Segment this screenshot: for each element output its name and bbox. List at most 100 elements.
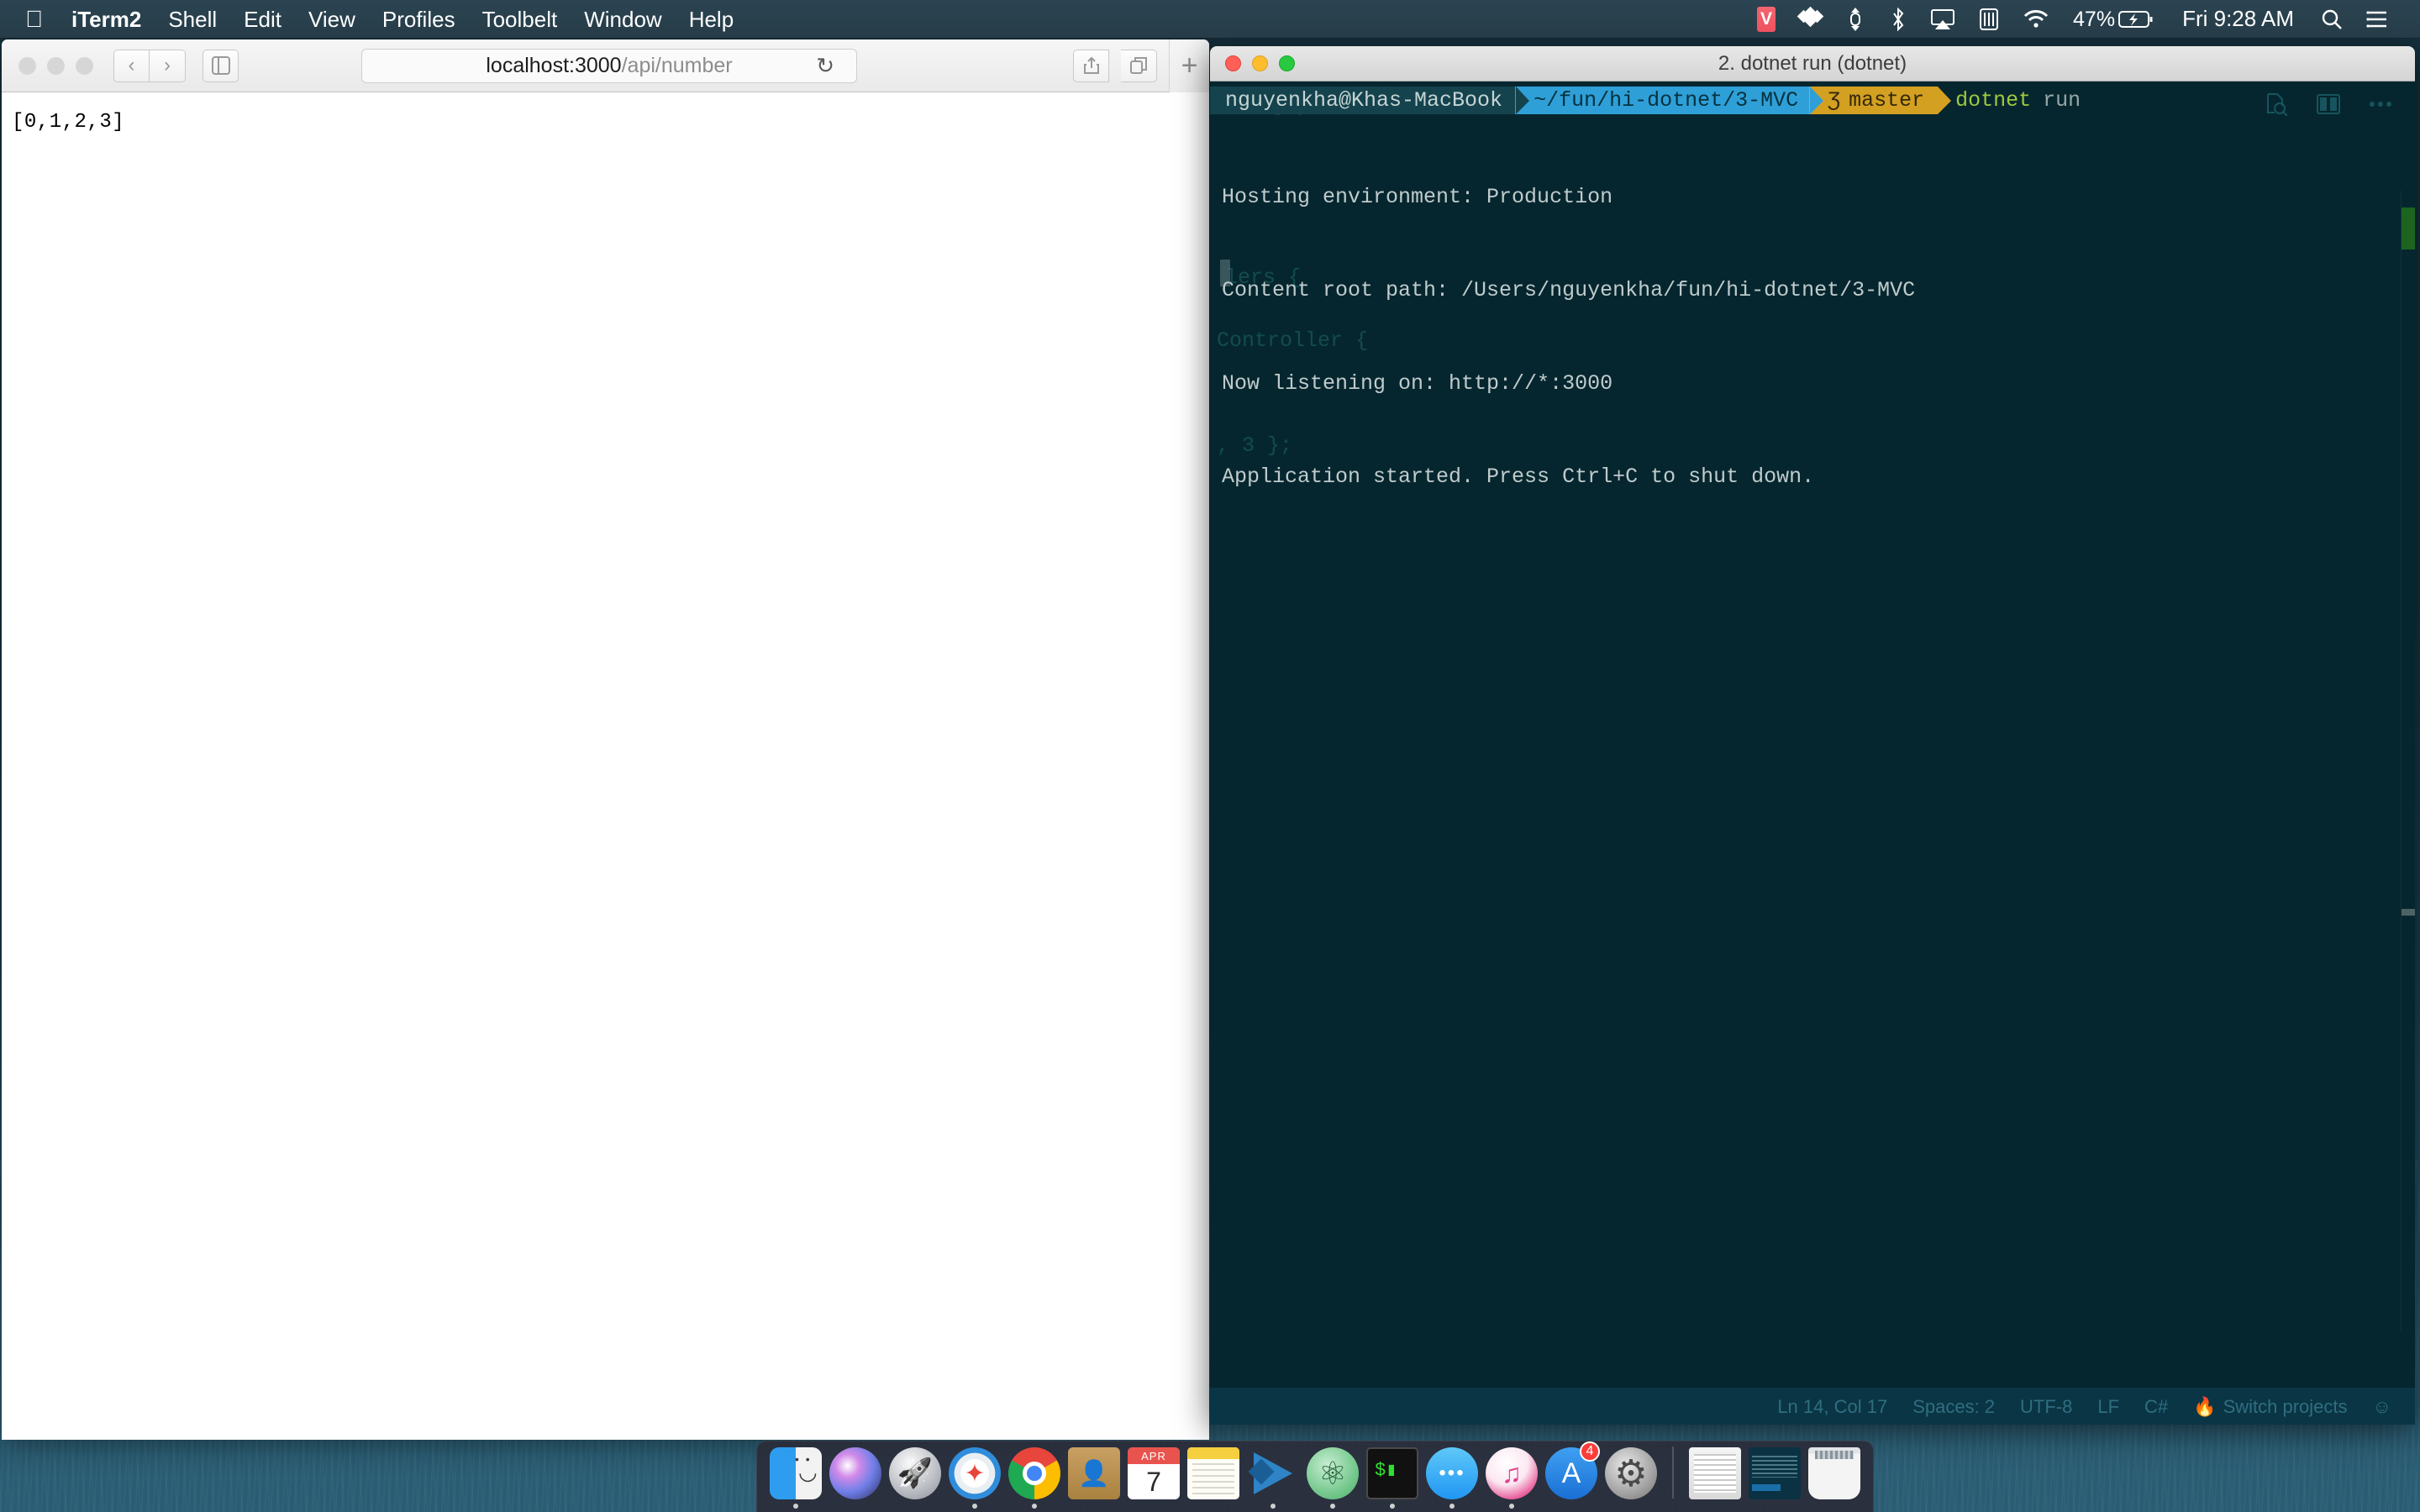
dock-item-atom[interactable] xyxy=(1306,1443,1360,1509)
back-button[interactable]: ‹ xyxy=(113,49,150,82)
menu-item-profiles[interactable]: Profiles xyxy=(369,0,469,39)
dock-item-safari[interactable] xyxy=(948,1443,1002,1509)
battery-percent-label: 47% xyxy=(2073,7,2116,31)
notes-icon xyxy=(1187,1447,1239,1499)
forward-button[interactable]: › xyxy=(150,49,186,82)
dock-item-siri[interactable] xyxy=(829,1443,882,1509)
share-icon[interactable] xyxy=(1073,49,1109,82)
running-indicator xyxy=(1330,1504,1335,1509)
output-line: Hosting environment: Production xyxy=(1222,185,1613,209)
running-indicator xyxy=(1628,1504,1634,1509)
terminal-body[interactable]: un nguyenkha@Khas-MacBook-Pro:~/fun/hi-d… xyxy=(1210,81,2415,1425)
smiley-feedback-icon[interactable]: ☺ xyxy=(2373,1391,2391,1422)
status-indentation[interactable]: Spaces: 2 xyxy=(1912,1391,1995,1422)
sidebar-icon[interactable] xyxy=(203,49,239,82)
status-encoding[interactable]: UTF-8 xyxy=(2020,1391,2072,1422)
vox-menu-icon[interactable]: V xyxy=(1745,6,1787,32)
search-in-file-icon[interactable] xyxy=(2264,92,2289,117)
dock-item-itunes[interactable] xyxy=(1485,1443,1539,1509)
dock-item-iterm2[interactable] xyxy=(1365,1443,1419,1509)
dock-minimized-document-window[interactable] xyxy=(1688,1443,1742,1509)
prompt-user-host-segment: nguyenkha@Khas-MacBook xyxy=(1210,87,1530,114)
minimize-button[interactable] xyxy=(47,56,65,75)
status-eol[interactable]: LF xyxy=(2097,1391,2119,1422)
split-editor-icon[interactable] xyxy=(2316,92,2341,117)
status-cursor-position[interactable]: Ln 14, Col 17 xyxy=(1777,1391,1887,1422)
dock-item-finder[interactable] xyxy=(769,1443,823,1509)
menu-item-help[interactable]: Help xyxy=(676,0,747,39)
dock-item-app-store[interactable]: 4 xyxy=(1544,1441,1600,1509)
battery-status[interactable]: 47% xyxy=(2061,0,2167,39)
dock-item-messages[interactable] xyxy=(1425,1443,1479,1509)
dock-item-chrome[interactable] xyxy=(1007,1443,1061,1509)
bluetooth-icon[interactable] xyxy=(1878,7,1918,32)
dock-minimized-terminal-window[interactable] xyxy=(1748,1443,1802,1509)
dock-item-calendar[interactable]: APR 7 xyxy=(1127,1443,1181,1509)
git-branch-icon: Ʒ xyxy=(1828,88,1841,113)
running-indicator xyxy=(793,1504,798,1509)
address-bar[interactable]: localhost:3000/api/number ↻ xyxy=(361,48,857,83)
output-line: Now listening on: http://*:3000 xyxy=(1222,371,1613,396)
json-response-body: [0,1,2,3] xyxy=(12,111,125,134)
running-indicator xyxy=(1569,1504,1574,1509)
terminal-title-bar[interactable]: 2. dotnet run (dotnet) xyxy=(1210,46,2415,81)
minimap-scrollbar-thumb[interactable] xyxy=(2402,909,2415,916)
wifi-icon[interactable] xyxy=(2011,9,2061,29)
itunes-icon xyxy=(1486,1447,1538,1499)
running-indicator xyxy=(853,1504,858,1509)
menu-bar-app-menus:  iTerm2 Shell Edit View Profiles Toolbe… xyxy=(0,0,747,39)
airpods-icon[interactable] xyxy=(1833,7,1878,32)
menu-item-window[interactable]: Window xyxy=(571,0,675,39)
spotlight-search-icon[interactable] xyxy=(2309,8,2354,30)
dock: APR 7 4 xyxy=(756,1441,1874,1512)
terminal-window-title: 2. dotnet run (dotnet) xyxy=(1718,51,1907,75)
apple-logo-icon[interactable]:  xyxy=(22,0,58,39)
prompt-git-branch-label: master xyxy=(1849,88,1925,113)
menu-item-iterm2[interactable]: iTerm2 xyxy=(58,0,155,39)
running-indicator xyxy=(1509,1504,1514,1509)
safari-browser-window[interactable]: ‹ › localhost:3000/api/number ↻ + [0,1,2… xyxy=(2,39,1209,1440)
contacts-icon xyxy=(1068,1447,1120,1499)
journal-icon[interactable] xyxy=(1967,8,2011,31)
menu-item-shell[interactable]: Shell xyxy=(155,0,230,39)
menu-bar-clock[interactable]: Fri 9:28 AM xyxy=(2167,6,2309,32)
dock-item-visual-studio-code[interactable] xyxy=(1246,1443,1300,1509)
running-indicator xyxy=(1211,1504,1216,1509)
dock-item-launchpad[interactable] xyxy=(888,1443,942,1509)
vox-glyph: V xyxy=(1757,6,1776,32)
airplay-icon[interactable] xyxy=(1918,8,1967,30)
close-button[interactable] xyxy=(18,56,36,75)
dock-item-notes[interactable] xyxy=(1186,1443,1240,1509)
zoom-button[interactable] xyxy=(76,56,93,75)
prompt-path-segment: ~/fun/hi-dotnet/3-MVC xyxy=(1515,87,1824,114)
dock-item-system-preferences[interactable] xyxy=(1604,1443,1658,1509)
calendar-month-label: APR xyxy=(1128,1447,1180,1464)
iterm2-terminal-window[interactable]: 2. dotnet run (dotnet) un nguyenkha@Khas… xyxy=(1210,46,2415,1425)
messages-icon xyxy=(1426,1447,1478,1499)
trash-icon xyxy=(1808,1447,1860,1499)
status-language-mode[interactable]: C# xyxy=(2144,1391,2168,1422)
menu-item-edit[interactable]: Edit xyxy=(230,0,295,39)
running-indicator xyxy=(1390,1504,1395,1509)
terminal-output: Hosting environment: Production Content … xyxy=(1222,119,1915,554)
menu-item-toolbelt[interactable]: Toolbelt xyxy=(469,0,571,39)
command-name: dotnet xyxy=(1955,88,2032,113)
prompt-path-arrow xyxy=(1810,87,1824,114)
shell-prompt-line: nguyenkha@Khas-MacBook ~/fun/hi-dotnet/3… xyxy=(1210,87,2081,114)
dock-item-contacts[interactable] xyxy=(1067,1443,1121,1509)
more-actions-icon[interactable] xyxy=(2368,92,2393,117)
new-tab-button[interactable]: + xyxy=(1169,39,1209,92)
visual-studio-code-icon xyxy=(1247,1447,1299,1499)
safari-window-controls[interactable] xyxy=(2,56,93,75)
command-argument: run xyxy=(2043,88,2081,113)
prompt-user-arrow xyxy=(1516,87,1530,114)
running-indicator xyxy=(1832,1504,1837,1509)
menu-item-view[interactable]: View xyxy=(295,0,369,39)
editor-action-icons xyxy=(2264,92,2393,117)
status-switch-projects[interactable]: 🔥 Switch projects xyxy=(2193,1391,2347,1422)
dock-item-trash[interactable] xyxy=(1807,1443,1861,1509)
notification-center-icon[interactable] xyxy=(2354,10,2400,29)
show-all-tabs-icon[interactable] xyxy=(1121,49,1157,82)
dropbox-icon[interactable] xyxy=(1787,6,1833,30)
reload-icon[interactable]: ↻ xyxy=(816,53,834,79)
